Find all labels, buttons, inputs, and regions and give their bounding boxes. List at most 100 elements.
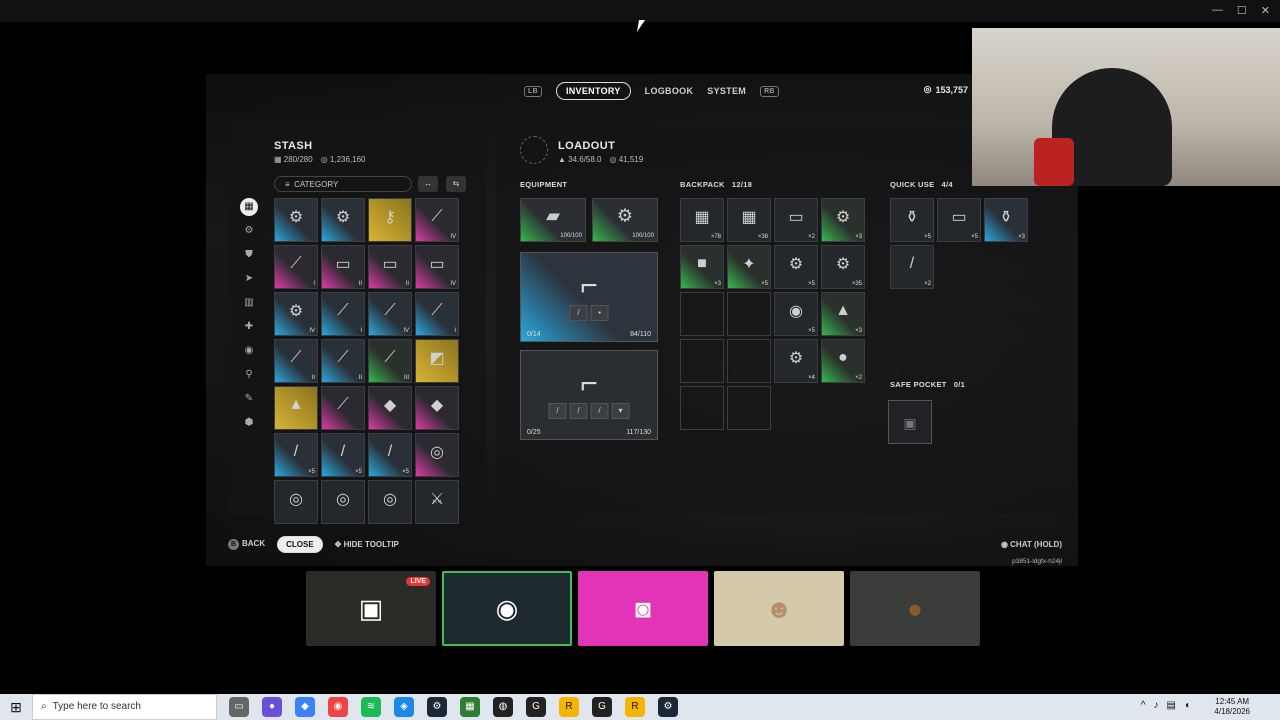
backpack-slot[interactable]: ⚙ ×4 — [774, 339, 818, 383]
stash-slot[interactable]: ⟋ II — [321, 339, 365, 383]
search-input[interactable]: ⌕ Type here to search — [32, 694, 217, 720]
stash-slot[interactable]: ⚙ IV — [274, 292, 318, 336]
backpack-slot[interactable]: ⚙ ×35 — [821, 245, 865, 289]
shield-slot[interactable]: ⚙ 100/100 — [592, 198, 658, 242]
weapon-slot-1[interactable]: ⌐ / ▪ 0/14 84/110 — [520, 252, 658, 342]
avatar-tile[interactable]: ☻ — [714, 571, 844, 646]
misc-icon[interactable]: ⬢ — [240, 414, 258, 432]
stash-slot[interactable]: ◩ — [415, 339, 459, 383]
materials-icon[interactable]: ✎ — [240, 390, 258, 408]
ammo-icon[interactable]: ➤ — [240, 270, 258, 288]
stash-slot[interactable]: ◎ — [274, 480, 318, 524]
stash-slot[interactable]: / ×5 — [321, 433, 365, 477]
backpack-slot[interactable]: ⚙ ×3 — [821, 198, 865, 242]
app-icon[interactable]: ● — [262, 697, 282, 717]
stash-slot[interactable]: ⟋ I — [415, 292, 459, 336]
back-button[interactable]: B BACK — [228, 539, 265, 550]
chrome-icon[interactable]: ◉ — [328, 697, 348, 717]
stash-slot[interactable]: / ×5 — [274, 433, 318, 477]
maximize-button[interactable]: ☐ — [1237, 4, 1247, 17]
backpack-slot[interactable] — [727, 292, 771, 336]
stash-slot[interactable]: ◎ — [368, 480, 412, 524]
backpack-slot[interactable] — [680, 292, 724, 336]
spotify-icon[interactable]: ≋ — [361, 697, 381, 717]
mods-icon[interactable]: ▥ — [240, 294, 258, 312]
backpack-slot[interactable]: ▦ ×38 — [727, 198, 771, 242]
volume-icon[interactable]: ◖ — [1184, 700, 1190, 711]
stash-slot[interactable]: ▭ II — [368, 245, 412, 289]
backpack-slot[interactable]: ⚙ ×5 — [774, 245, 818, 289]
safe-pocket-slot[interactable]: ▣ — [888, 400, 932, 444]
close-button[interactable]: CLOSE — [277, 536, 323, 553]
tab-system[interactable]: SYSTEM — [707, 86, 746, 96]
chat-hold-button[interactable]: ◉ CHAT (HOLD) — [1001, 540, 1062, 549]
backpack-slot[interactable]: ✦ ×5 — [727, 245, 771, 289]
stash-slot[interactable]: ▭ IV — [415, 245, 459, 289]
task-view-icon[interactable]: ▭ — [229, 697, 249, 717]
stash-slot[interactable]: ▲ — [274, 386, 318, 430]
live-tile[interactable]: LIVE ▣ — [306, 571, 436, 646]
backpack-slot[interactable] — [680, 339, 724, 383]
discord-tile[interactable]: ◙ — [578, 571, 708, 646]
mod-slot-icon[interactable]: / — [569, 305, 588, 321]
minimize-button[interactable]: — — [1212, 4, 1223, 17]
obs-icon[interactable]: ◍ — [493, 697, 513, 717]
stash-slot[interactable]: ⟋ I — [321, 292, 365, 336]
sort-button[interactable]: ↔ — [418, 176, 438, 192]
stash-slot[interactable]: ⟋ IV — [368, 292, 412, 336]
tab-logbook[interactable]: LOGBOOK — [645, 86, 694, 96]
rockstar-icon[interactable]: R — [559, 697, 579, 717]
mod-slot-icon[interactable]: / — [590, 403, 609, 419]
mic-icon[interactable]: ♪ — [1154, 700, 1159, 711]
backpack-slot[interactable]: ▲ ×3 — [821, 292, 865, 336]
stash-slot[interactable]: ◆ — [415, 386, 459, 430]
backpack-slot[interactable] — [727, 386, 771, 430]
stash-slot[interactable]: ⚙ — [274, 198, 318, 242]
steam-icon[interactable]: ⚙ — [427, 697, 447, 717]
rockstar-icon-2[interactable]: R — [625, 697, 645, 717]
tools-icon[interactable]: ⚲ — [240, 366, 258, 384]
stash-slot[interactable]: ◎ — [415, 433, 459, 477]
close-window-button[interactable]: ✕ — [1261, 4, 1270, 17]
g-app-icon-2[interactable]: G — [592, 697, 612, 717]
chevron-up-icon[interactable]: ^ — [1141, 700, 1146, 711]
minecraft-icon[interactable]: ▦ — [460, 697, 480, 717]
hide-tooltip-button[interactable]: ✥ HIDE TOOLTIP — [335, 540, 399, 549]
tab-inventory[interactable]: INVENTORY — [555, 82, 631, 100]
stash-slot[interactable]: ◆ — [368, 386, 412, 430]
clock[interactable]: 12:45 AM 4/18/2026 — [1214, 697, 1250, 717]
windows-start-icon[interactable]: ⊞ — [0, 699, 32, 716]
quick-use-slot[interactable]: / ×2 — [890, 245, 934, 289]
backpack-slot[interactable] — [680, 386, 724, 430]
stash-slot[interactable]: ◎ — [321, 480, 365, 524]
backpack-slot[interactable]: ■ ×3 — [680, 245, 724, 289]
bear-tile[interactable]: ● — [850, 571, 980, 646]
network-icon[interactable]: ▤ — [1167, 700, 1176, 711]
copilot-icon[interactable]: ◆ — [295, 697, 315, 717]
stash-slot[interactable]: ⟋ I — [274, 245, 318, 289]
steam-icon-2[interactable]: ⚙ — [658, 697, 678, 717]
game-tile[interactable]: ◉ — [442, 571, 572, 646]
backpack-slot[interactable]: ▦ ×78 — [680, 198, 724, 242]
weapon-slot-2[interactable]: ⌐ / / / ▾ 0/25 117/130 — [520, 350, 658, 440]
backpack-slot[interactable]: ◉ ×5 — [774, 292, 818, 336]
stash-slot[interactable]: ⚷ — [368, 198, 412, 242]
filter-button[interactable]: ⇆ — [446, 176, 466, 192]
stash-slot[interactable]: ⚙ — [321, 198, 365, 242]
mod-slot-icon[interactable]: ▾ — [611, 403, 630, 419]
stash-slot[interactable]: ⟋ — [321, 386, 365, 430]
stash-slot[interactable]: ⟋ II — [274, 339, 318, 383]
category-filter[interactable]: ≡ CATEGORY — [274, 176, 412, 192]
g-app-icon[interactable]: G — [526, 697, 546, 717]
consumables-icon[interactable]: ✚ — [240, 318, 258, 336]
mod-slot-icon[interactable]: ▪ — [590, 305, 609, 321]
backpack-slot[interactable]: ● ×2 — [821, 339, 865, 383]
stash-slot[interactable]: ⟋ III — [368, 339, 412, 383]
quick-use-slot[interactable]: ▭ ×5 — [937, 198, 981, 242]
quick-use-slot[interactable]: ⚱ ×5 — [890, 198, 934, 242]
augment-slot[interactable]: ▰ 100/100 — [520, 198, 586, 242]
quick-use-slot[interactable]: ⚱ ×3 — [984, 198, 1028, 242]
all-items-icon[interactable]: ▦ — [240, 198, 258, 216]
shield-icon[interactable]: ⛊ — [240, 246, 258, 264]
mod-slot-icon[interactable]: / — [569, 403, 588, 419]
